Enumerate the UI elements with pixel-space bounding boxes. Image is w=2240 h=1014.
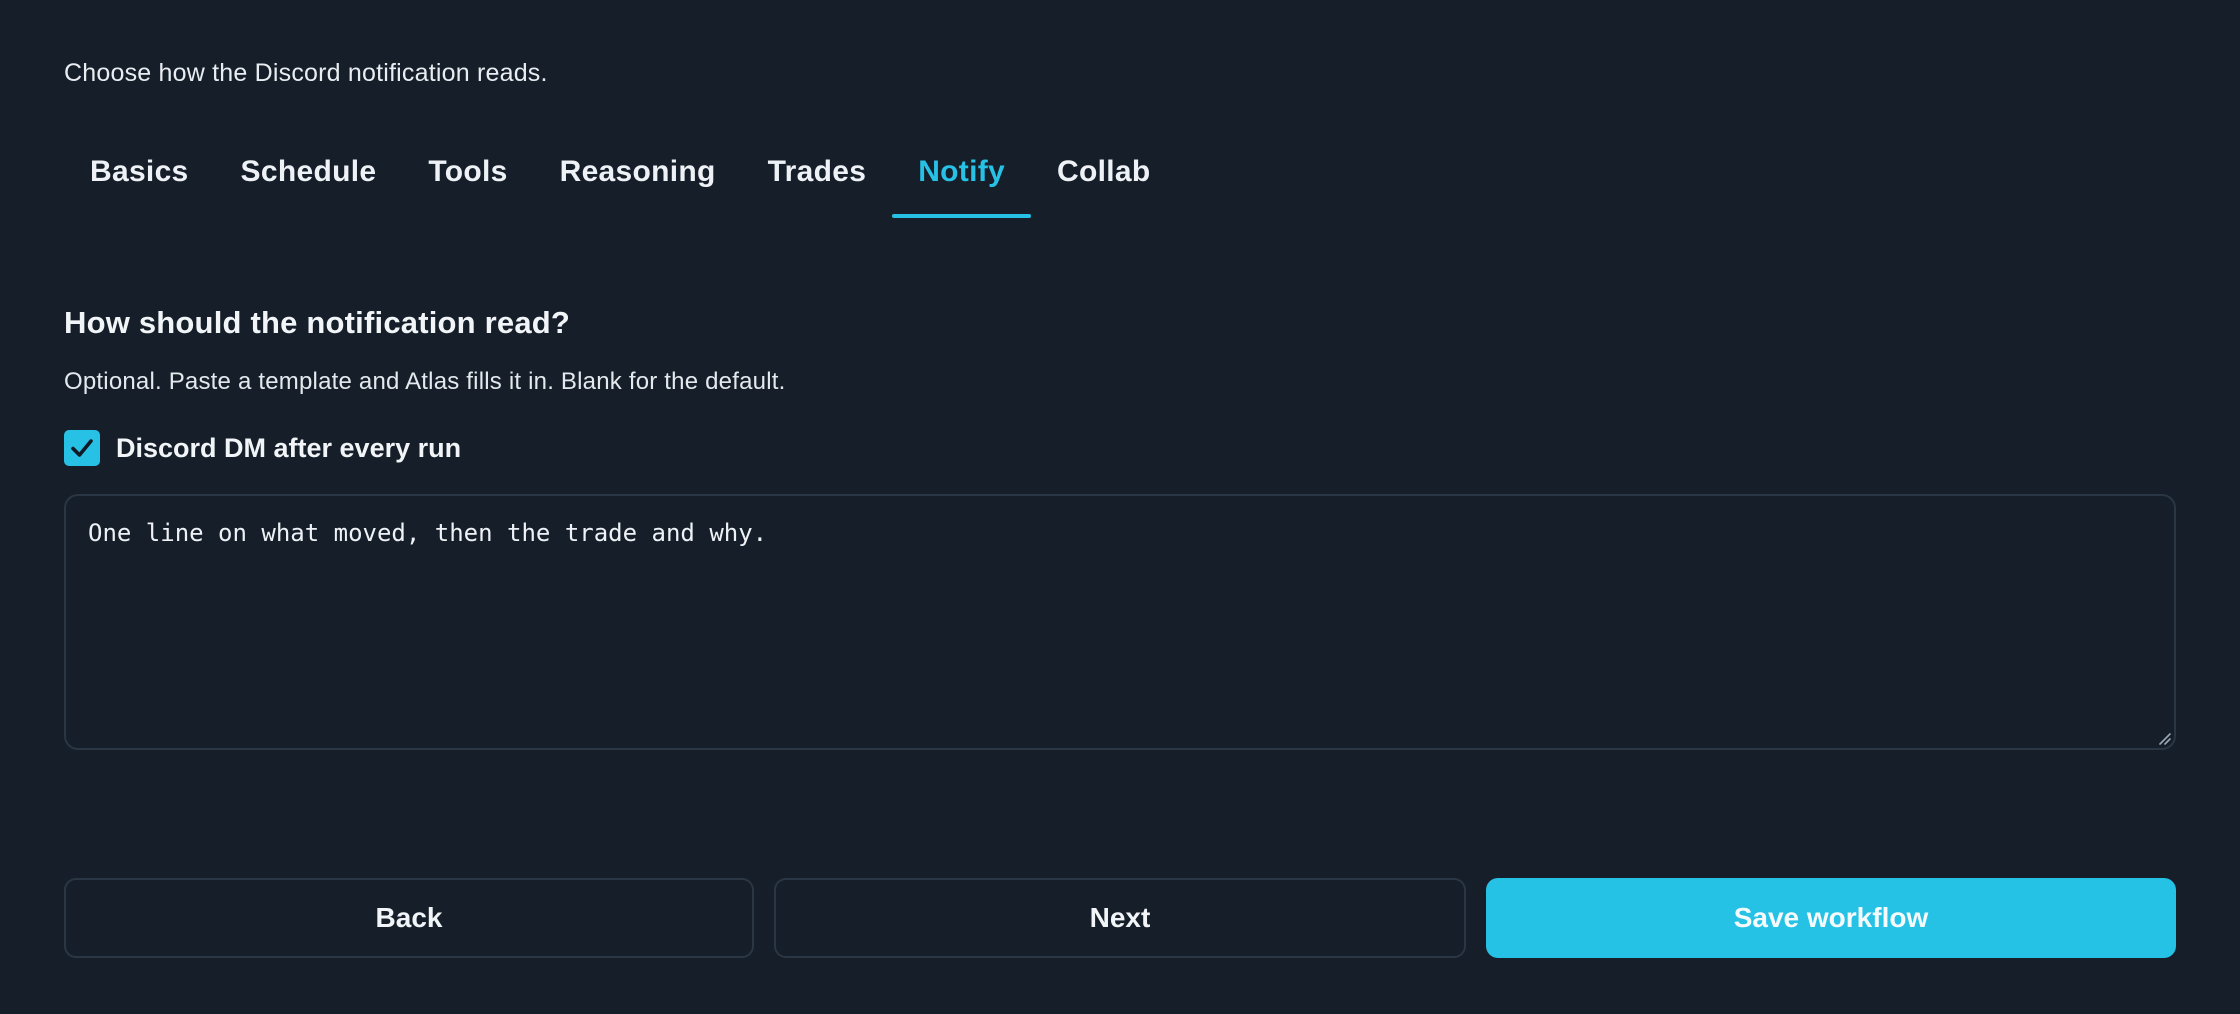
tab-basics[interactable]: Basics xyxy=(64,140,215,204)
tab-reasoning[interactable]: Reasoning xyxy=(534,140,742,204)
page-subtitle: Choose how the Discord notification read… xyxy=(64,59,548,87)
tab-trades[interactable]: Trades xyxy=(742,140,893,204)
tab-tools[interactable]: Tools xyxy=(402,140,533,204)
workflow-tabs: Basics Schedule Tools Reasoning Trades N… xyxy=(64,140,1176,218)
discord-dm-toggle[interactable]: Discord DM after every run xyxy=(64,430,461,466)
next-button[interactable]: Next xyxy=(774,878,1466,958)
tab-schedule[interactable]: Schedule xyxy=(215,140,403,204)
discord-dm-checkbox[interactable] xyxy=(64,430,100,466)
section-title: How should the notification read? xyxy=(64,305,571,340)
notification-template-textarea[interactable]: One line on what moved, then the trade a… xyxy=(64,494,2176,750)
resize-grip-icon[interactable] xyxy=(2157,731,2171,745)
back-button[interactable]: Back xyxy=(64,878,754,958)
notify-settings-page: Choose how the Discord notification read… xyxy=(0,0,2240,1014)
notification-template-value: One line on what moved, then the trade a… xyxy=(88,519,768,547)
check-icon xyxy=(71,439,93,457)
save-workflow-button[interactable]: Save workflow xyxy=(1486,878,2176,958)
section-help-text: Optional. Paste a template and Atlas fil… xyxy=(64,368,786,395)
tab-collab[interactable]: Collab xyxy=(1031,140,1176,204)
discord-dm-label: Discord DM after every run xyxy=(116,432,462,463)
tab-notify[interactable]: Notify xyxy=(892,140,1031,218)
